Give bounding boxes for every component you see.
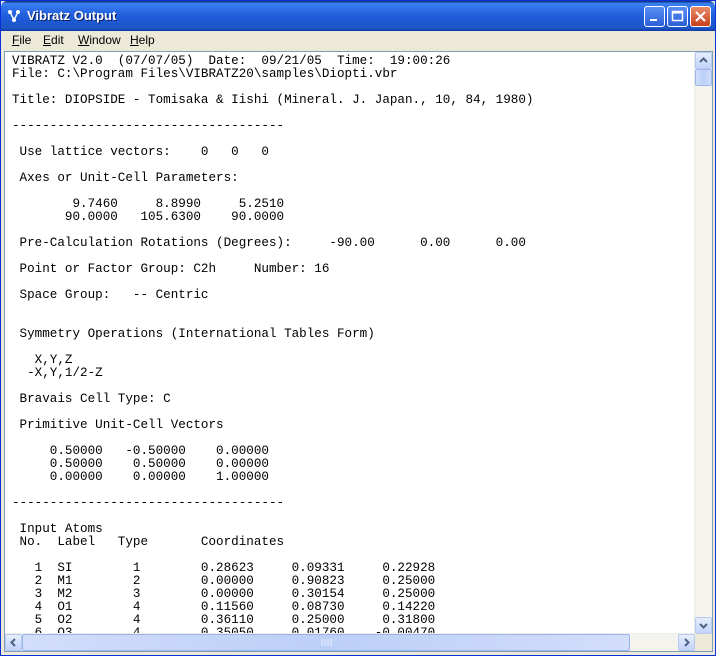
output-line: Symmetry Operations (International Table… — [12, 327, 375, 341]
output-line: Title: DIOPSIDE - Tomisaka & Iishi (Mine… — [12, 93, 534, 107]
menu-window[interactable]: Window — [78, 33, 121, 47]
output-line: ------------------------------------ — [12, 119, 285, 133]
vertical-scrollbar[interactable] — [694, 52, 712, 634]
minimize-button[interactable] — [644, 6, 665, 27]
app-icon — [8, 10, 20, 22]
output-text-panel[interactable]: VIBRATZ V2.0 (07/07/05) Date: 09/21/05 T… — [4, 51, 713, 652]
output-line: -X,Y,1/2-Z — [12, 366, 103, 380]
close-button[interactable] — [690, 6, 711, 27]
horizontal-scrollbar[interactable] — [5, 633, 695, 651]
maximize-icon — [671, 10, 684, 22]
output-line: Pre-Calculation Rotations (Degrees): -90… — [12, 236, 526, 250]
output-line: ------------------------------------ — [12, 496, 285, 510]
arrow-down-icon — [699, 623, 708, 629]
menu-bar: File Edit Window Help — [1, 31, 715, 50]
output-line: Axes or Unit-Cell Parameters: — [12, 171, 239, 185]
arrow-up-icon — [699, 57, 708, 63]
output-line: No. Label Type Coordinates — [12, 535, 285, 549]
vertical-scroll-thumb[interactable] — [695, 69, 712, 86]
output-line: Primitive Unit-Cell Vectors — [12, 418, 224, 432]
output-line: File: C:\Program Files\VIBRATZ20\samples… — [12, 67, 398, 81]
output-line: Use lattice vectors: 0 0 0 — [12, 145, 269, 159]
output-line: Space Group: -- Centric — [12, 288, 209, 302]
output-text[interactable]: VIBRATZ V2.0 (07/07/05) Date: 09/21/05 T… — [8, 53, 696, 634]
title-bar[interactable]: Vibratz Output — [1, 1, 715, 31]
menu-edit[interactable]: Edit — [43, 33, 64, 47]
output-line: 0.00000 0.00000 1.00000 — [12, 470, 269, 484]
minimize-icon — [650, 19, 657, 21]
scroll-corner — [695, 634, 712, 651]
close-icon — [695, 11, 706, 22]
menu-file[interactable]: File — [12, 33, 31, 47]
output-line: Bravais Cell Type: C — [12, 392, 171, 406]
arrow-right-icon — [684, 638, 690, 647]
scroll-up-button[interactable] — [695, 52, 712, 69]
arrow-left-icon — [10, 638, 16, 647]
output-line: 90.0000 105.6300 90.0000 — [12, 210, 285, 224]
menu-help[interactable]: Help — [130, 33, 155, 47]
scroll-down-button[interactable] — [695, 617, 712, 634]
maximize-button[interactable] — [667, 6, 688, 27]
output-line: Point or Factor Group: C2h Number: 16 — [12, 262, 330, 276]
grip-icon — [321, 639, 332, 646]
horizontal-scroll-thumb[interactable] — [22, 634, 630, 651]
window-title: Vibratz Output — [27, 8, 117, 23]
scroll-left-button[interactable] — [5, 634, 22, 651]
vibratz-output-window: Vibratz Output File Edit Window Help VIB… — [0, 0, 716, 656]
scroll-right-button[interactable] — [678, 634, 695, 651]
